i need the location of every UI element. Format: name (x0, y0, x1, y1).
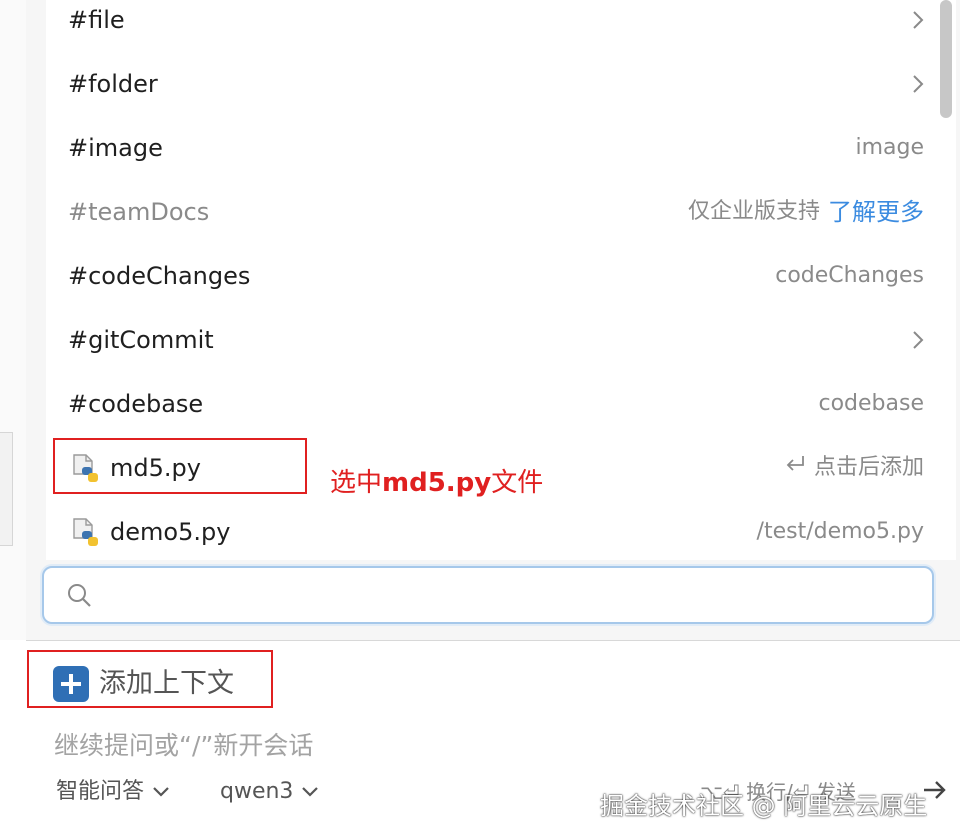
search-input[interactable] (104, 578, 908, 612)
menu-item-hint: image (855, 135, 924, 160)
chevron-down-icon (152, 774, 170, 810)
mode-selector[interactable]: 智能问答 (56, 774, 170, 810)
file-path: /test/demo5.py (756, 519, 924, 544)
menu-item-folder[interactable]: #folder (46, 64, 924, 128)
search-icon (66, 582, 92, 608)
annotation-suffix: 文件 (491, 468, 544, 498)
context-picker-popup: #file #folder #image image #teamDocs 仅企业… (26, 0, 960, 641)
add-context-label: 添加上下文 (99, 668, 234, 699)
chevron-right-icon (912, 330, 924, 350)
context-search-box[interactable] (42, 566, 934, 624)
chevron-down-icon (301, 774, 319, 810)
list-scrollbar[interactable] (936, 0, 954, 120)
enterprise-only-note: 仅企业版支持 (687, 199, 820, 224)
left-panel-tab[interactable] (0, 432, 13, 546)
plus-icon (53, 666, 89, 702)
watermark: 掘金技术社区 @ 阿里云云原生 (600, 792, 928, 820)
menu-item-label: #codebase (68, 390, 204, 418)
chevron-right-icon (912, 10, 924, 30)
scrollbar-thumb[interactable] (940, 0, 952, 118)
menu-item-label: #file (68, 6, 125, 34)
menu-item-label: #image (68, 134, 163, 162)
menu-item-codechanges[interactable]: #codeChanges codeChanges (46, 256, 924, 320)
learn-more-link[interactable]: 了解更多 (828, 192, 924, 232)
chat-input-placeholder[interactable]: 继续提问或“/”新开会话 (54, 726, 313, 762)
model-label: qwen3 (220, 779, 294, 804)
menu-item-label: #gitCommit (68, 326, 214, 354)
menu-item-gitcommit[interactable]: #gitCommit (46, 320, 924, 384)
menu-item-hint: codebase (818, 391, 925, 416)
enter-icon (784, 448, 806, 488)
annotation-filename: md5.py (382, 468, 492, 498)
menu-item-image[interactable]: #image image (46, 128, 924, 192)
menu-item-hint: codeChanges (775, 263, 924, 288)
md5-highlight-box (53, 438, 307, 494)
annotation-select-md5: 选中md5.py文件 (330, 462, 543, 499)
file-item-demo5[interactable]: demo5.py /test/demo5.py (46, 512, 924, 560)
menu-item-label: #codeChanges (68, 262, 251, 290)
model-selector[interactable]: qwen3 (220, 774, 319, 810)
annotation-prefix: 选中 (330, 468, 383, 498)
chevron-right-icon (912, 74, 924, 94)
python-file-icon (72, 518, 100, 548)
menu-item-label: #teamDocs (68, 198, 210, 226)
file-name: demo5.py (110, 518, 231, 546)
menu-item-teamdocs: #teamDocs 仅企业版支持 了解更多 (46, 192, 924, 256)
click-to-add-hint: 点击后添加 (813, 455, 924, 480)
menu-item-file[interactable]: #file (46, 0, 924, 64)
mode-label: 智能问答 (56, 779, 145, 804)
menu-item-label: #folder (68, 70, 158, 98)
add-context-button[interactable]: 添加上下文 (27, 650, 273, 708)
